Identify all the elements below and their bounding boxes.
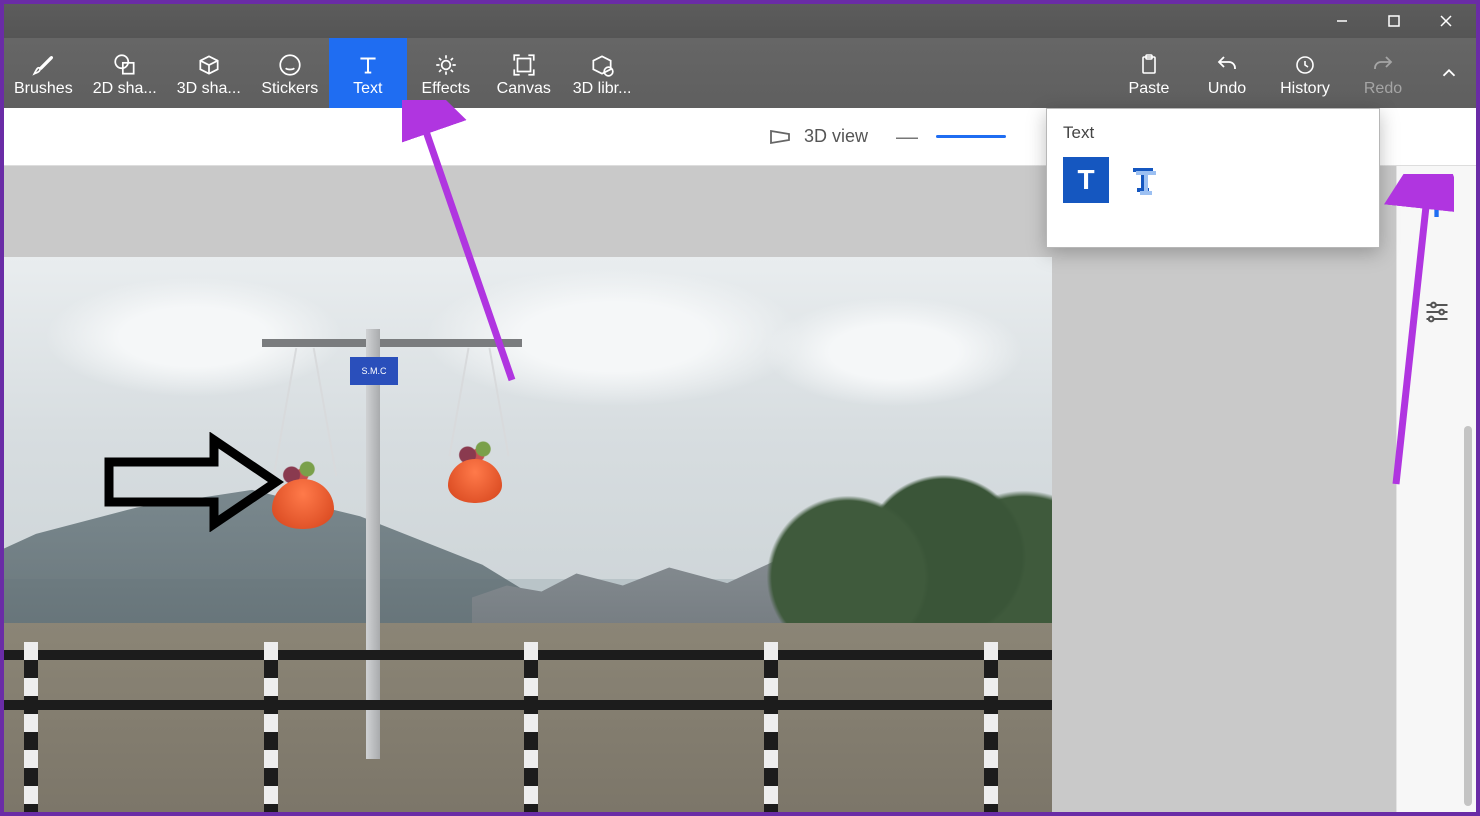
- canvas-area[interactable]: S.M.C: [4, 166, 1396, 812]
- paste-icon: [1137, 50, 1161, 80]
- ribbon-text[interactable]: Text: [329, 38, 407, 108]
- 3d-view-label: 3D view: [804, 126, 868, 147]
- arrow-annotation-icon: [104, 432, 284, 532]
- ribbon-label: 2D sha...: [93, 80, 157, 98]
- redo-icon: [1371, 50, 1395, 80]
- history-button[interactable]: History: [1266, 38, 1344, 108]
- undo-icon: [1215, 50, 1239, 80]
- zoom-slider[interactable]: [936, 135, 1006, 138]
- maximize-button[interactable]: [1368, 6, 1420, 36]
- title-bar: [4, 4, 1476, 38]
- brush-icon: [30, 50, 56, 80]
- side-tool-panel: T: [1396, 166, 1476, 812]
- minimize-button[interactable]: [1316, 6, 1368, 36]
- ribbon-label: Brushes: [14, 80, 73, 98]
- sliders-icon: [1423, 298, 1451, 326]
- redo-button[interactable]: Redo: [1344, 38, 1422, 108]
- app-window: Brushes 2D sha... 3D sha... Stickers: [0, 0, 1480, 816]
- ribbon-stickers[interactable]: Stickers: [251, 38, 329, 108]
- canvas-image[interactable]: S.M.C: [4, 257, 1052, 812]
- zoom-out-button[interactable]: —: [896, 124, 918, 150]
- shapes-3d-icon: [196, 50, 222, 80]
- stickers-icon: [277, 50, 303, 80]
- text-3d-icon: [1125, 162, 1161, 198]
- ribbon-label: Redo: [1364, 80, 1402, 98]
- perspective-icon: [768, 127, 792, 147]
- ribbon-label: Effects: [421, 80, 470, 98]
- ribbon-label: History: [1280, 80, 1330, 98]
- 3d-view-toggle[interactable]: 3D view: [768, 126, 868, 147]
- shapes-2d-icon: [112, 50, 138, 80]
- text-2d-option[interactable]: T: [1063, 157, 1109, 203]
- text-flyout: Text T: [1046, 108, 1380, 248]
- ribbon-brushes[interactable]: Brushes: [4, 38, 83, 108]
- undo-button[interactable]: Undo: [1188, 38, 1266, 108]
- side-panel-scrollbar[interactable]: [1464, 426, 1472, 806]
- side-text-tool[interactable]: T: [1417, 188, 1457, 228]
- work-area: S.M.C: [4, 166, 1476, 812]
- canvas-icon: [511, 50, 537, 80]
- ribbon-effects[interactable]: Effects: [407, 38, 485, 108]
- paste-button[interactable]: Paste: [1110, 38, 1188, 108]
- ribbon-label: Paste: [1129, 80, 1170, 98]
- side-sliders-tool[interactable]: [1417, 292, 1457, 332]
- history-icon: [1293, 50, 1317, 80]
- ribbon-2d-shapes[interactable]: 2D sha...: [83, 38, 167, 108]
- ribbon-toolbar: Brushes 2D sha... 3D sha... Stickers: [4, 38, 1476, 108]
- library-icon: [589, 50, 615, 80]
- ribbon-label: Text: [353, 80, 382, 98]
- effects-icon: [433, 50, 459, 80]
- zoom-control[interactable]: —: [896, 124, 1006, 150]
- ribbon-3d-library[interactable]: 3D libr...: [563, 38, 642, 108]
- ribbon-3d-shapes[interactable]: 3D sha...: [167, 38, 251, 108]
- ribbon-label: 3D libr...: [573, 80, 632, 98]
- ribbon-canvas[interactable]: Canvas: [485, 38, 563, 108]
- ribbon-label: Undo: [1208, 80, 1246, 98]
- ribbon-label: 3D sha...: [177, 80, 241, 98]
- ribbon-label: Canvas: [497, 80, 551, 98]
- sign-label: S.M.C: [350, 357, 398, 385]
- ribbon-label: Stickers: [261, 80, 318, 98]
- text-3d-option[interactable]: [1123, 160, 1163, 200]
- flyout-title: Text: [1063, 123, 1363, 143]
- collapse-ribbon-button[interactable]: [1422, 38, 1476, 108]
- text-icon: [355, 50, 381, 80]
- close-button[interactable]: [1420, 6, 1472, 36]
